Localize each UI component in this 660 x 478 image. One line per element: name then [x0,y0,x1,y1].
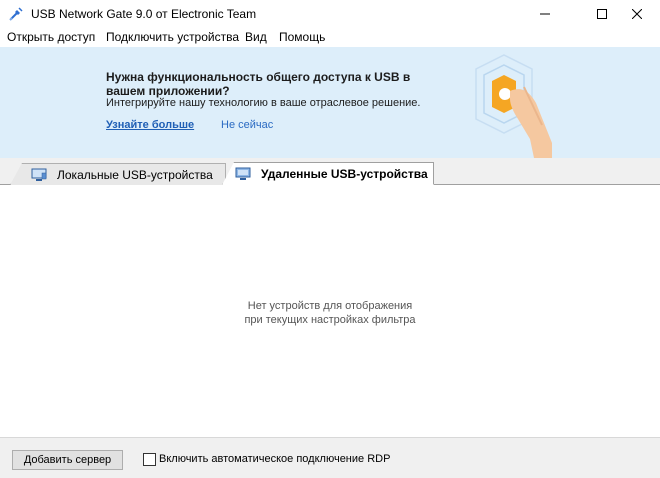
remote-monitor-icon [235,167,251,181]
minimize-button[interactable] [522,0,568,28]
close-button[interactable] [614,0,660,28]
tab-strip: Локальные USB-устройства Удаленные USB-у… [0,158,660,185]
empty-state-line2: при текущих настройках фильтра [244,314,416,326]
usb-plug-icon [8,6,24,22]
rdp-auto-connect-checkbox[interactable] [143,453,156,466]
hexagon-hand-icon [460,47,580,158]
banner-subtitle: Интегрируйте нашу технологию в ваше отра… [106,97,421,109]
bottom-bar: Добавить сервер Включить автоматическое … [0,437,660,478]
empty-state-line1: Нет устройств для отображения [247,300,413,312]
not-now-link[interactable]: Не сейчас [221,119,273,131]
tab-remote-devices[interactable]: Удаленные USB-устройства [222,162,434,185]
rdp-auto-connect-label[interactable]: Включить автоматическое подключение RDP [159,453,390,465]
empty-state-message: Нет устройств для отображения при текущи… [0,299,660,327]
menu-help[interactable]: Помощь [279,30,325,44]
menu-share[interactable]: Открыть доступ [7,30,95,44]
add-server-button[interactable]: Добавить сервер [12,450,123,470]
menu-connect-devices[interactable]: Подключить устройства [106,30,239,44]
device-list-area[interactable]: Нет устройств для отображения при текущи… [0,185,660,437]
learn-more-link[interactable]: Узнайте больше [106,119,194,131]
local-computer-icon [31,168,47,182]
tab-local-devices[interactable]: Локальные USB-устройства [10,163,226,185]
banner-title: Нужна функциональность общего доступа к … [106,70,411,98]
title-bar: USB Network Gate 9.0 от Electronic Team [0,0,660,28]
window-title: USB Network Gate 9.0 от Electronic Team [31,7,257,21]
menu-view[interactable]: Вид [245,30,267,44]
tab-remote-label: Удаленные USB-устройства [261,166,428,181]
menu-bar: Открыть доступ Подключить устройства Вид… [0,28,660,47]
promo-banner: Нужна функциональность общего доступа к … [0,47,660,158]
tab-local-label: Локальные USB-устройства [57,167,213,182]
